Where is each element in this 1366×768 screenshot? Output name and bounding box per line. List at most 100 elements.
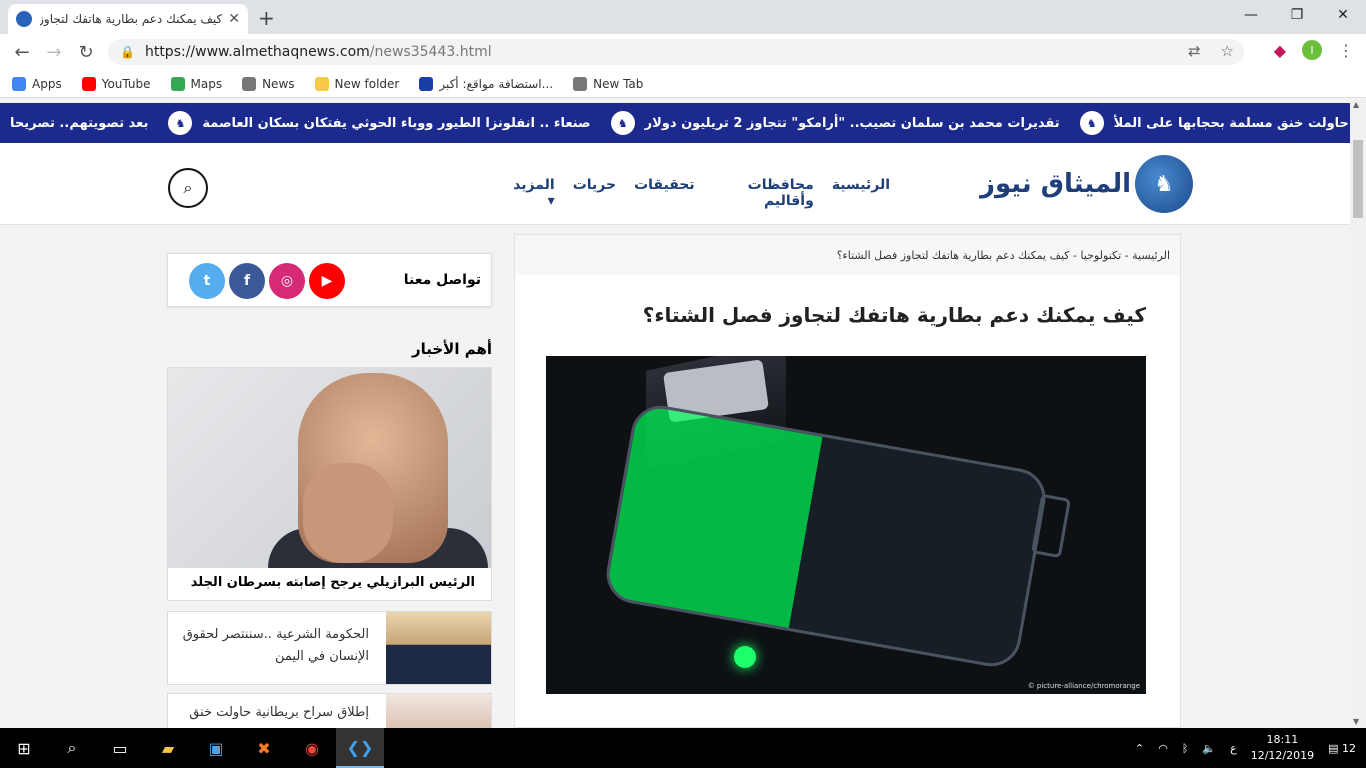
logo-text: الميثاق نيوز [980,169,1132,199]
reload-icon[interactable]: ↻ [70,42,102,63]
apps-grid-icon [12,76,26,91]
twitter-icon[interactable]: t [189,263,225,299]
bookmark-item[interactable]: New folder [314,76,399,91]
site-favicon-icon [16,11,32,27]
address-bar[interactable]: 🔒 https://www.almethaqnews.com /news3544… [108,39,1244,65]
news-headline[interactable]: الحكومة الشرعية ..سننتصر لحقوق الإنسان ف… [174,624,369,668]
notifications-count: 12 [1342,741,1356,755]
new-tab-button[interactable]: + [258,6,275,30]
folder-icon [314,76,329,91]
ticker-headline: سراح بريطانية حاولت خنق مسلمة بحجابها عل… [1113,115,1350,131]
volume-icon[interactable]: 🔈 [1202,742,1216,755]
maximize-icon[interactable]: ❐ [1274,0,1320,30]
facebook-icon[interactable]: f [229,263,265,299]
vscode-icon[interactable]: ❮❯ [336,728,384,768]
minimize-icon[interactable]: — [1228,0,1274,30]
close-window-icon[interactable]: ✕ [1320,0,1366,30]
bookmark-label: استضافة مواقع: أكبر... [439,76,554,91]
scroll-up-icon[interactable]: ▲ [1353,100,1359,109]
system-tray: ⌃ ◠ ᛒ 🔈 ع 18:11 12/12/2019 ▤ 12 [1135,728,1356,768]
youtube-icon [81,76,96,91]
scroll-down-icon[interactable]: ▼ [1353,717,1359,726]
list-item[interactable]: الحكومة الشرعية ..سننتصر لحقوق الإنسان ف… [167,611,492,685]
menu-dots-icon[interactable]: ⋮ [1338,41,1354,60]
page-title: كيف يمكنك دعم بطارية هاتفك لتجاوز فصل ال… [642,303,1146,327]
xampp-icon[interactable]: ✖ [240,728,288,768]
task-view-icon[interactable]: ▭ [96,728,144,768]
windows-start-icon[interactable]: ⊞ [0,728,48,768]
image-credit: © picture-alliance/chromorange [1027,682,1140,690]
translate-icon[interactable]: ⇄ [1188,42,1201,60]
nav-item[interactable]: المزيد ▾ [510,177,555,209]
profile-avatar[interactable]: I [1302,40,1322,60]
language-indicator[interactable]: ع [1230,742,1237,755]
chrome-icon[interactable]: ◉ [288,728,336,768]
nav-item[interactable]: الرئيسية [832,177,890,209]
ticker-headline: تقديرات محمد بن سلمان تصيب.. "أرامكو" تت… [644,115,1060,131]
youtube-icon[interactable]: ▶ [309,263,345,299]
ticker-item[interactable]: سراح بريطانية حاولت خنق مسلمة بحجابها عل… [1070,111,1350,135]
battery-icon [601,401,1051,671]
ticker-item[interactable]: صنعاء .. انفلونزا الطيور ووباء الحوثي يف… [158,111,600,135]
ticker-headline: بعد تصويتهم.. تصريحا [10,115,149,131]
ticker-item[interactable]: تقديرات محمد بن سلمان تصيب.. "أرامكو" تت… [601,111,1070,135]
search-icon[interactable]: ⌕ [48,728,96,768]
ticker-item[interactable]: بعد تصويتهم.. تصريحا [0,116,158,131]
bookmark-item[interactable]: Apps [12,76,62,91]
bluetooth-icon[interactable]: ᛒ [1182,742,1189,755]
nav-item[interactable]: حريات [573,177,616,209]
featured-news-image [168,368,491,568]
maps-icon [170,76,185,91]
bookmark-item[interactable]: Maps [170,76,222,91]
site-header: الميثاق نيوز ♞ الرئيسية محافظات وأقاليم تح… [0,143,1350,225]
ticker-logo-icon: ♞ [610,111,635,135]
bookmark-item[interactable]: YouTube [81,76,151,91]
bookmark-item[interactable]: New Tab [573,76,644,91]
clock-date: 12/12/2019 [1250,749,1315,762]
page-scrollbar[interactable]: ▲ ▼ [1350,98,1366,728]
url-host: https://www.almethaqnews.com [144,44,370,60]
news-headline[interactable]: إطلاق سراح بريطانية حاولت خنق [174,702,369,724]
extension-icon[interactable]: ◆ [1274,41,1286,60]
tab-strip: كيف يمكنك دعم بطارية هاتفك لتجاوز فصل ال… [0,0,1366,34]
featured-news-caption[interactable]: الرئيس البرازيلي يرجح إصابته بسرطان الجل… [191,575,475,590]
horse-logo-icon: ♞ [1135,155,1194,213]
bookmarks-bar: Apps YouTube Maps News New folder استضافة موا… [0,70,1366,98]
news-ticker: سراح بريطانية حاولت خنق مسلمة بحجابها عل… [0,103,1350,143]
bookmark-item[interactable]: News [242,76,295,91]
ticker-logo-icon: ♞ [1079,111,1104,135]
bookmark-star-icon[interactable]: ☆ [1221,42,1234,60]
chevron-up-icon[interactable]: ⌃ [1135,742,1144,755]
social-widget: تواصل معنا ▶ ◎ f t [167,253,492,307]
top-news-heading: أهم الأخبار [411,340,492,358]
remote-desktop-icon[interactable]: ▣ [192,728,240,768]
bookmark-item[interactable]: استضافة مواقع: أكبر... [419,76,554,91]
url-path: /news35443.html [369,44,492,60]
bookmark-label: YouTube [101,76,151,91]
windows-taskbar: ⊞ ⌕ ▭ ▰ ▣ ✖ ◉ ❮❯ ⌃ ◠ ᛒ 🔈 ع 18:11 12/12/2… [0,728,1366,768]
instagram-icon[interactable]: ◎ [269,263,305,299]
bookmark-label: Apps [32,76,62,91]
close-tab-icon[interactable]: ✕ [228,11,240,27]
ticker-headline: صنعاء .. انفلونزا الطيور ووباء الحوثي يف… [202,115,591,131]
site-logo[interactable]: الميثاق نيوز ♞ [980,155,1194,213]
forward-arrow-icon[interactable]: → [38,42,70,63]
notifications-icon[interactable]: ▤ 12 [1328,742,1356,755]
breadcrumb[interactable]: الرئيسية - تكنولوجيا - كيف يمكنك دعم بطا… [515,235,1180,275]
system-clock[interactable]: 18:11 12/12/2019 [1251,732,1314,764]
search-icon[interactable]: ⌕ [168,168,208,208]
bookmark-label: New Tab [593,76,644,91]
browser-tab[interactable]: كيف يمكنك دعم بطارية هاتفك لتجاوز فصل ال… [8,4,248,34]
back-arrow-icon[interactable]: ← [6,42,38,63]
charging-led-shape [734,646,756,668]
scroll-thumb[interactable] [1353,140,1363,218]
nav-item[interactable]: محافظات وأقاليم [713,177,814,209]
lock-icon[interactable]: 🔒 [120,45,135,59]
file-explorer-icon[interactable]: ▰ [144,728,192,768]
featured-news-card[interactable]: الرئيس البرازيلي يرجح إصابته بسرطان الجل… [167,367,492,601]
article-image: © picture-alliance/chromorange [546,356,1146,694]
news-thumbnail [386,612,491,684]
list-item[interactable]: إطلاق سراح بريطانية حاولت خنق [167,693,492,733]
wifi-icon[interactable]: ◠ [1158,742,1168,755]
nav-item[interactable]: تحقيقات [634,177,695,209]
